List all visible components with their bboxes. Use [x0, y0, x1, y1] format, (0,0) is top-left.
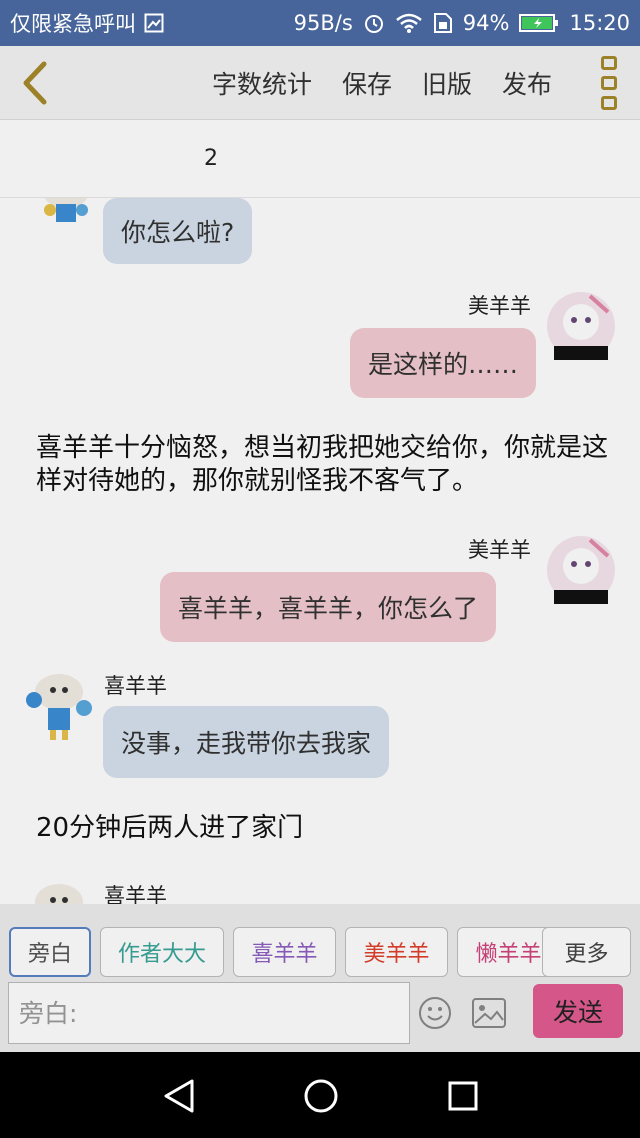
message-input[interactable]	[8, 982, 410, 1044]
smiley-icon[interactable]	[418, 996, 452, 1030]
nav-recents-icon[interactable]	[441, 1074, 485, 1118]
message-text: 喜羊羊，喜羊羊，你怎么了	[178, 594, 479, 623]
battery-icon	[519, 13, 559, 33]
screenshot-icon	[144, 13, 164, 33]
alarm-icon	[363, 12, 385, 34]
narration-text[interactable]: 20分钟后两人进了家门	[36, 812, 303, 845]
old-version-button[interactable]: 旧版	[422, 65, 472, 101]
chat-area[interactable]: 你怎么啦? 美羊羊 是这样的…… 喜羊羊十分恼怒，想当初我把她交给你，你就是这样…	[0, 198, 640, 904]
avatar-xiyangyang[interactable]	[38, 198, 94, 232]
avatar-xiyangyang[interactable]	[24, 670, 94, 746]
send-button[interactable]: 发送	[533, 984, 623, 1038]
avatar-xiyangyang[interactable]	[24, 880, 94, 904]
tab-meiyangyang[interactable]: 美羊羊	[345, 927, 448, 977]
chevron-left-icon	[23, 61, 47, 105]
wifi-icon	[395, 12, 423, 34]
chapter-number: 2	[204, 146, 218, 171]
message-text: 没事，走我带你去我家	[121, 729, 372, 758]
message-bubble[interactable]: 喜羊羊，喜羊羊，你怎么了	[160, 572, 497, 642]
message-text: 是这样的……	[368, 350, 519, 379]
sim-icon	[433, 12, 453, 34]
avatar-meiyangyang[interactable]	[546, 290, 616, 366]
speaker-name: 喜羊羊	[104, 884, 167, 904]
clock: 15:20	[569, 11, 630, 35]
tab-narrator[interactable]: 旁白	[9, 927, 91, 977]
tab-xiyangyang[interactable]: 喜羊羊	[233, 927, 336, 977]
tab-label: 懒羊羊	[475, 942, 542, 967]
tab-label: 旁白	[27, 942, 72, 967]
chapter-header: 2	[0, 120, 640, 198]
message-bubble[interactable]: 你怎么啦?	[103, 198, 253, 264]
tab-label: 美羊羊	[363, 942, 430, 967]
editor-toolbar: 字数统计 保存 旧版 发布	[0, 46, 640, 120]
input-row: 发送	[0, 980, 640, 1052]
battery-text: 94%	[462, 11, 510, 35]
tab-author[interactable]: 作者大大	[100, 927, 224, 977]
speaker-name: 美羊羊	[468, 294, 531, 318]
tab-label: 喜羊羊	[251, 942, 318, 967]
status-bar: 仅限紧急呼叫 95B/s 94% 15:20	[0, 0, 640, 46]
carrier-text: 仅限紧急呼叫	[10, 12, 136, 36]
tab-label: 更多	[564, 942, 609, 967]
net-speed: 95B/s	[293, 11, 353, 35]
word-count-button[interactable]: 字数统计	[212, 65, 312, 101]
message-bubble[interactable]: 没事，走我带你去我家	[103, 706, 390, 778]
publish-button[interactable]: 发布	[502, 65, 552, 101]
tab-label: 作者大大	[117, 942, 206, 967]
navigation-bar	[0, 1052, 640, 1138]
nav-home-icon[interactable]	[299, 1074, 343, 1118]
more-vertical-icon[interactable]	[596, 56, 622, 110]
back-button[interactable]	[14, 58, 54, 108]
more-characters-button[interactable]: 更多	[542, 927, 631, 977]
message-text: 你怎么啦?	[121, 218, 235, 247]
nav-back-icon[interactable]	[157, 1074, 201, 1118]
narration-text[interactable]: 喜羊羊十分恼怒，想当初我把她交给你，你就是这样对待她的，那你就别怪我不客气了。	[36, 432, 616, 498]
speaker-name: 美羊羊	[468, 538, 531, 562]
character-tabs: 旁白 作者大大 喜羊羊 美羊羊 懒羊羊 更多	[0, 904, 640, 980]
speaker-name: 喜羊羊	[104, 674, 167, 698]
avatar-meiyangyang[interactable]	[546, 534, 616, 610]
message-bubble[interactable]: 是这样的……	[350, 328, 537, 398]
save-button[interactable]: 保存	[342, 65, 392, 101]
image-icon[interactable]	[472, 998, 506, 1028]
